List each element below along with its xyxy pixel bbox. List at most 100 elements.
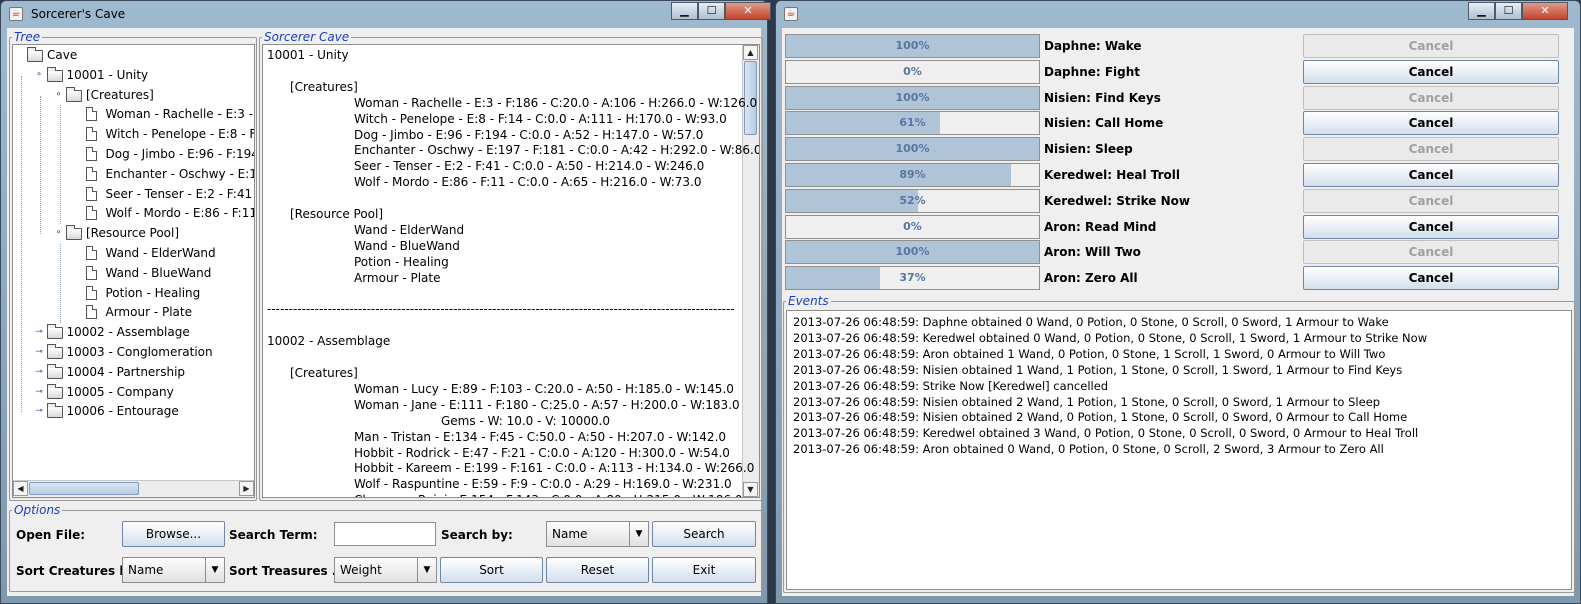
sort-creatures-select[interactable]: Name ▼ bbox=[122, 557, 225, 583]
cancel-button[interactable]: Cancel bbox=[1303, 266, 1559, 291]
chevron-down-icon[interactable]: ▼ bbox=[629, 522, 648, 546]
minimize-icon[interactable]: ▁ bbox=[1468, 2, 1495, 20]
search-button[interactable]: Search bbox=[652, 521, 756, 547]
tree-leaf-node[interactable]: Wand - ElderWand bbox=[13, 244, 254, 262]
search-by-select[interactable]: Name ▼ bbox=[546, 521, 649, 547]
tree-scroll-thumb[interactable] bbox=[29, 482, 139, 495]
tree-guide-line bbox=[60, 244, 61, 324]
scroll-up-icon[interactable]: ▲ bbox=[743, 45, 758, 60]
job-progress-text: 100% bbox=[895, 142, 930, 156]
tree-horizontal-scrollbar[interactable]: ◀ ▶ bbox=[13, 480, 254, 497]
expanded-handle-icon[interactable]: ⚬ bbox=[54, 90, 63, 100]
collapsed-handle-icon[interactable]: ⊸ bbox=[35, 328, 44, 337]
minimize-icon[interactable]: ▁ bbox=[671, 2, 698, 20]
title-bar[interactable]: ☕ ▁ ☐ ✕ bbox=[776, 1, 1580, 29]
job-label: Keredwel: Strike Now bbox=[1044, 193, 1190, 208]
tree-leaf-node[interactable]: Wolf - Mordo - E:86 - F:11 - C: bbox=[13, 204, 254, 222]
tree-view[interactable]: ◀ ▶ Cave ⚬ 10001 - Unity ⚬ [Creatures] Woman … bbox=[12, 44, 255, 498]
scroll-right-icon[interactable]: ▶ bbox=[239, 481, 254, 496]
tree-node-label: Wolf - Mordo - E:86 - F:11 - C: bbox=[105, 206, 255, 221]
expanded-handle-icon[interactable]: ⚬ bbox=[54, 229, 63, 238]
sorcerers-cave-window: ☕ Sorcerer's Cave ▁ ☐ ✕ Tree ◀ ▶ Cave ⚬ 10… bbox=[0, 0, 771, 604]
tree-leaf-node[interactable]: Enchanter - Oschwy - E:197 - bbox=[13, 165, 254, 183]
browse-button[interactable]: Browse... bbox=[122, 521, 225, 547]
tree-node-label: [Resource Pool] bbox=[86, 226, 180, 241]
collapsed-handle-icon[interactable]: ⊸ bbox=[35, 367, 44, 377]
reset-button[interactable]: Reset bbox=[546, 557, 649, 583]
chevron-down-icon[interactable]: ▼ bbox=[205, 558, 224, 582]
tree-node-label: Witch - Penelope - E:8 - F:14 - bbox=[105, 127, 255, 142]
search-term-input[interactable] bbox=[334, 522, 436, 546]
tree-leaf-node[interactable]: Wand - BlueWand bbox=[13, 264, 254, 282]
cave-text-line: Hobbit - Kareem - E:199 - F:161 - C:0.0 … bbox=[354, 461, 755, 476]
tree-node-label: Enchanter - Oschwy - E:197 - bbox=[105, 166, 255, 181]
scroll-left-icon[interactable]: ◀ bbox=[13, 481, 28, 496]
document-icon bbox=[85, 285, 97, 300]
tree-leaf-node[interactable]: Armour - Plate bbox=[13, 303, 254, 321]
folder-icon bbox=[46, 66, 63, 82]
tree-leaf-node[interactable]: Seer - Tenser - E:2 - F:41 - C: bbox=[13, 185, 254, 203]
job-progress-bar: 100% bbox=[785, 137, 1040, 162]
job-progress-bar: 100% bbox=[785, 34, 1040, 58]
tree-node-label: 10006 - Entourage bbox=[66, 404, 179, 419]
tree-folder-node[interactable]: ⚬ 10001 - Unity bbox=[13, 66, 254, 84]
tree-leaf-node[interactable]: Woman - Rachelle - E:3 - F:18 bbox=[13, 105, 254, 123]
sort-button[interactable]: Sort bbox=[440, 557, 543, 583]
cave-text-line: Woman - Lucy - E:89 - F:103 - C:20.0 - A… bbox=[354, 381, 734, 396]
cave-text-line: Charmer - Reigi - E:154 - F:143 - C:0.0 … bbox=[354, 492, 743, 497]
cave-text-line: Woman - Rachelle - E:3 - F:186 - C:20.0 … bbox=[354, 95, 758, 110]
tree-panel-legend: Tree bbox=[14, 30, 41, 44]
window-content: 100% Daphne: Wake Cancel 0% Daphne: Fight Can… bbox=[782, 28, 1575, 596]
cancel-button[interactable]: Cancel bbox=[1303, 85, 1559, 110]
sort-treasures-label: Sort Treasures ... bbox=[229, 564, 346, 578]
exit-button[interactable]: Exit bbox=[652, 557, 756, 583]
events-log[interactable]: 2013-07-26 06:48:59: Daphne obtained 0 W… bbox=[786, 310, 1572, 590]
cancel-button[interactable]: Cancel bbox=[1303, 59, 1559, 84]
cave-text-line: Potion - Healing bbox=[354, 254, 449, 269]
maximize-icon[interactable]: ☐ bbox=[698, 2, 725, 20]
tree-leaf-node[interactable]: Witch - Penelope - E:8 - F:14 - bbox=[13, 125, 254, 143]
close-icon[interactable]: ✕ bbox=[725, 2, 771, 20]
cancel-button[interactable]: Cancel bbox=[1303, 163, 1559, 187]
cancel-button[interactable]: Cancel bbox=[1303, 137, 1559, 162]
tree-folder-node[interactable]: ⊸ 10005 - Company bbox=[13, 383, 254, 401]
collapsed-handle-icon[interactable]: ⊸ bbox=[35, 348, 44, 357]
tree-folder-node[interactable]: ⊸ 10003 - Conglomeration bbox=[13, 343, 254, 361]
maximize-icon[interactable]: ☐ bbox=[1495, 2, 1522, 20]
cancel-button[interactable]: Cancel bbox=[1303, 214, 1559, 239]
cave-text-area[interactable]: ▲ ▼ 10001 - Unity [Creatures] Woman - Rach… bbox=[262, 44, 760, 498]
close-icon[interactable]: ✕ bbox=[1522, 2, 1568, 20]
chevron-down-icon[interactable]: ▼ bbox=[417, 558, 436, 582]
collapsed-handle-icon[interactable]: ⊸ bbox=[35, 387, 44, 397]
scroll-down-icon[interactable]: ▼ bbox=[743, 482, 758, 497]
expanded-handle-icon[interactable]: ⚬ bbox=[35, 70, 44, 80]
document-icon bbox=[85, 127, 97, 142]
sort-treasures-select[interactable]: Weight ▼ bbox=[334, 557, 437, 583]
job-label: Aron: Zero All bbox=[1044, 271, 1138, 286]
tree-folder-node[interactable]: Cave bbox=[13, 46, 254, 64]
cancel-button[interactable]: Cancel bbox=[1303, 188, 1559, 213]
cave-text-line: Seer - Tenser - E:2 - F:41 - C:0.0 - A:5… bbox=[354, 159, 705, 174]
document-icon bbox=[85, 107, 97, 122]
job-progress-bar: 0% bbox=[785, 214, 1040, 239]
cancel-button[interactable]: Cancel bbox=[1303, 111, 1559, 136]
tree-folder-node[interactable]: ⊸ 10002 - Assemblage bbox=[13, 323, 254, 341]
tree-leaf-node[interactable]: Dog - Jimbo - E:96 - F:194 - C bbox=[13, 145, 254, 163]
folder-icon bbox=[46, 344, 63, 359]
cancel-button[interactable]: Cancel bbox=[1303, 34, 1559, 58]
text-vertical-scrollbar[interactable]: ▲ ▼ bbox=[742, 45, 759, 497]
cave-text-line: Armour - Plate bbox=[354, 270, 441, 285]
tree-folder-node[interactable]: ⊸ 10004 - Partnership bbox=[13, 363, 254, 381]
job-label: Aron: Will Two bbox=[1044, 245, 1141, 260]
tree-folder-node[interactable]: ⚬ [Resource Pool] bbox=[13, 224, 254, 242]
job-progress-text: 0% bbox=[903, 219, 922, 233]
collapsed-handle-icon[interactable]: ⊸ bbox=[35, 407, 44, 416]
folder-icon bbox=[46, 324, 63, 340]
tree-leaf-node[interactable]: Potion - Healing bbox=[13, 284, 254, 302]
tree-node-label: Wand - BlueWand bbox=[105, 265, 212, 280]
cancel-button[interactable]: Cancel bbox=[1303, 240, 1559, 265]
tree-folder-node[interactable]: ⚬ [Creatures] bbox=[13, 86, 254, 104]
tree-folder-node[interactable]: ⊸ 10006 - Entourage bbox=[13, 402, 254, 420]
cave-text-line: Wand - BlueWand bbox=[354, 238, 460, 253]
title-bar[interactable]: ☕ Sorcerer's Cave ▁ ☐ ✕ bbox=[1, 1, 771, 29]
